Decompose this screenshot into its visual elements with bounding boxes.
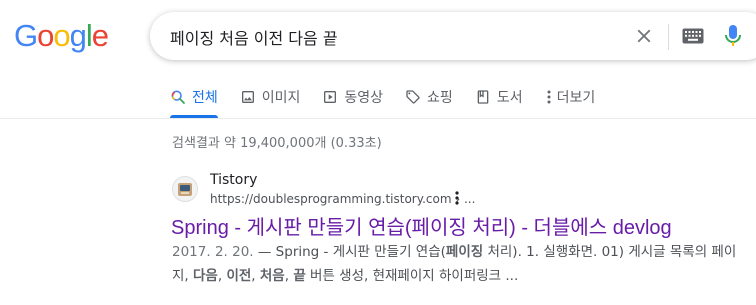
tab-videos[interactable]: 동영상 [322, 86, 383, 108]
tab-books-label: 도서 [496, 90, 523, 106]
tag-icon [405, 89, 421, 105]
tab-all-label: 전체 [192, 90, 218, 106]
tab-images-label: 이미지 [261, 90, 301, 106]
image-icon [240, 89, 256, 105]
close-icon[interactable] [633, 25, 655, 47]
tab-more-label: 더보기 [556, 90, 596, 106]
tab-shopping-label: 쇼핑 [427, 90, 453, 106]
result-snippet: 2017. 2. 20. — Spring - 게시판 만들기 연습(페이징 처… [172, 240, 756, 288]
snippet-highlight: 다음 [193, 268, 218, 284]
search-icon [170, 89, 186, 105]
tistory-favicon-icon [178, 183, 192, 196]
more-vert-icon [545, 89, 553, 105]
tab-images[interactable]: 이미지 [240, 86, 301, 108]
logo-letter-e: e [91, 18, 109, 53]
snippet-date: 2017. 2. 20. [172, 244, 254, 260]
video-icon [322, 89, 338, 105]
tab-videos-label: 동영상 [344, 90, 384, 106]
google-logo[interactable]: Google [14, 18, 109, 54]
logo-letter-g: G [14, 18, 38, 53]
search-input[interactable]: 페이징 처음 이전 다음 끝 [170, 25, 338, 49]
tabs-divider [0, 118, 756, 119]
snippet-text: 처리). 1. 실행화면. 01) 게시글 목록의 페이 [483, 244, 737, 260]
book-icon [475, 89, 491, 105]
snippet-text: — Spring - 게시판 만들기 연습( [253, 244, 446, 260]
snippet-text: 버튼 생성, 현재페이지 하이퍼링크 ... [305, 268, 519, 284]
search-tabs: 전체 이미지 동영상 쇼핑 도서 더보기 [170, 86, 617, 118]
tab-all[interactable]: 전체 [170, 86, 218, 118]
keyboard-icon[interactable] [682, 28, 704, 44]
snippet-line-1: 2017. 2. 20. — Spring - 게시판 만들기 연습(페이징 처… [172, 240, 756, 264]
tab-shopping[interactable]: 쇼핑 [405, 86, 453, 108]
snippet-line-2: 지, 다음, 이전, 처음, 끝 버튼 생성, 현재페이지 하이퍼링크 ... [172, 264, 756, 288]
tab-books[interactable]: 도서 [475, 86, 523, 108]
search-bar-divider [668, 24, 669, 50]
logo-letter-o2: o [53, 18, 70, 53]
snippet-highlight: 페이징 [445, 244, 484, 260]
logo-letter-o1: o [37, 18, 54, 53]
snippet-highlight: 처음 [259, 268, 285, 284]
microphone-icon[interactable] [724, 24, 742, 48]
snippet-highlight: 끝 [293, 268, 306, 284]
snippet-text: 지, [172, 268, 194, 284]
tab-more[interactable]: 더보기 [545, 86, 596, 108]
snippet-text: , [251, 268, 260, 284]
site-favicon[interactable] [172, 176, 198, 202]
result-stats: 검색결과 약 19,400,000개 (0.33초) [172, 136, 382, 151]
result-title-link[interactable]: Spring - 게시판 만들기 연습(페이징 처리) - 더블에스 devlo… [171, 211, 672, 240]
site-name[interactable]: Tistory [210, 172, 257, 188]
snippet-highlight: 이전 [226, 268, 252, 284]
site-url[interactable]: https://doublesprogramming.tistory.com ›… [210, 192, 475, 206]
search-bar[interactable]: 페이징 처음 이전 다음 끝 [150, 12, 756, 60]
logo-letter-g2: g [69, 18, 87, 53]
more-options-icon[interactable] [450, 190, 464, 206]
